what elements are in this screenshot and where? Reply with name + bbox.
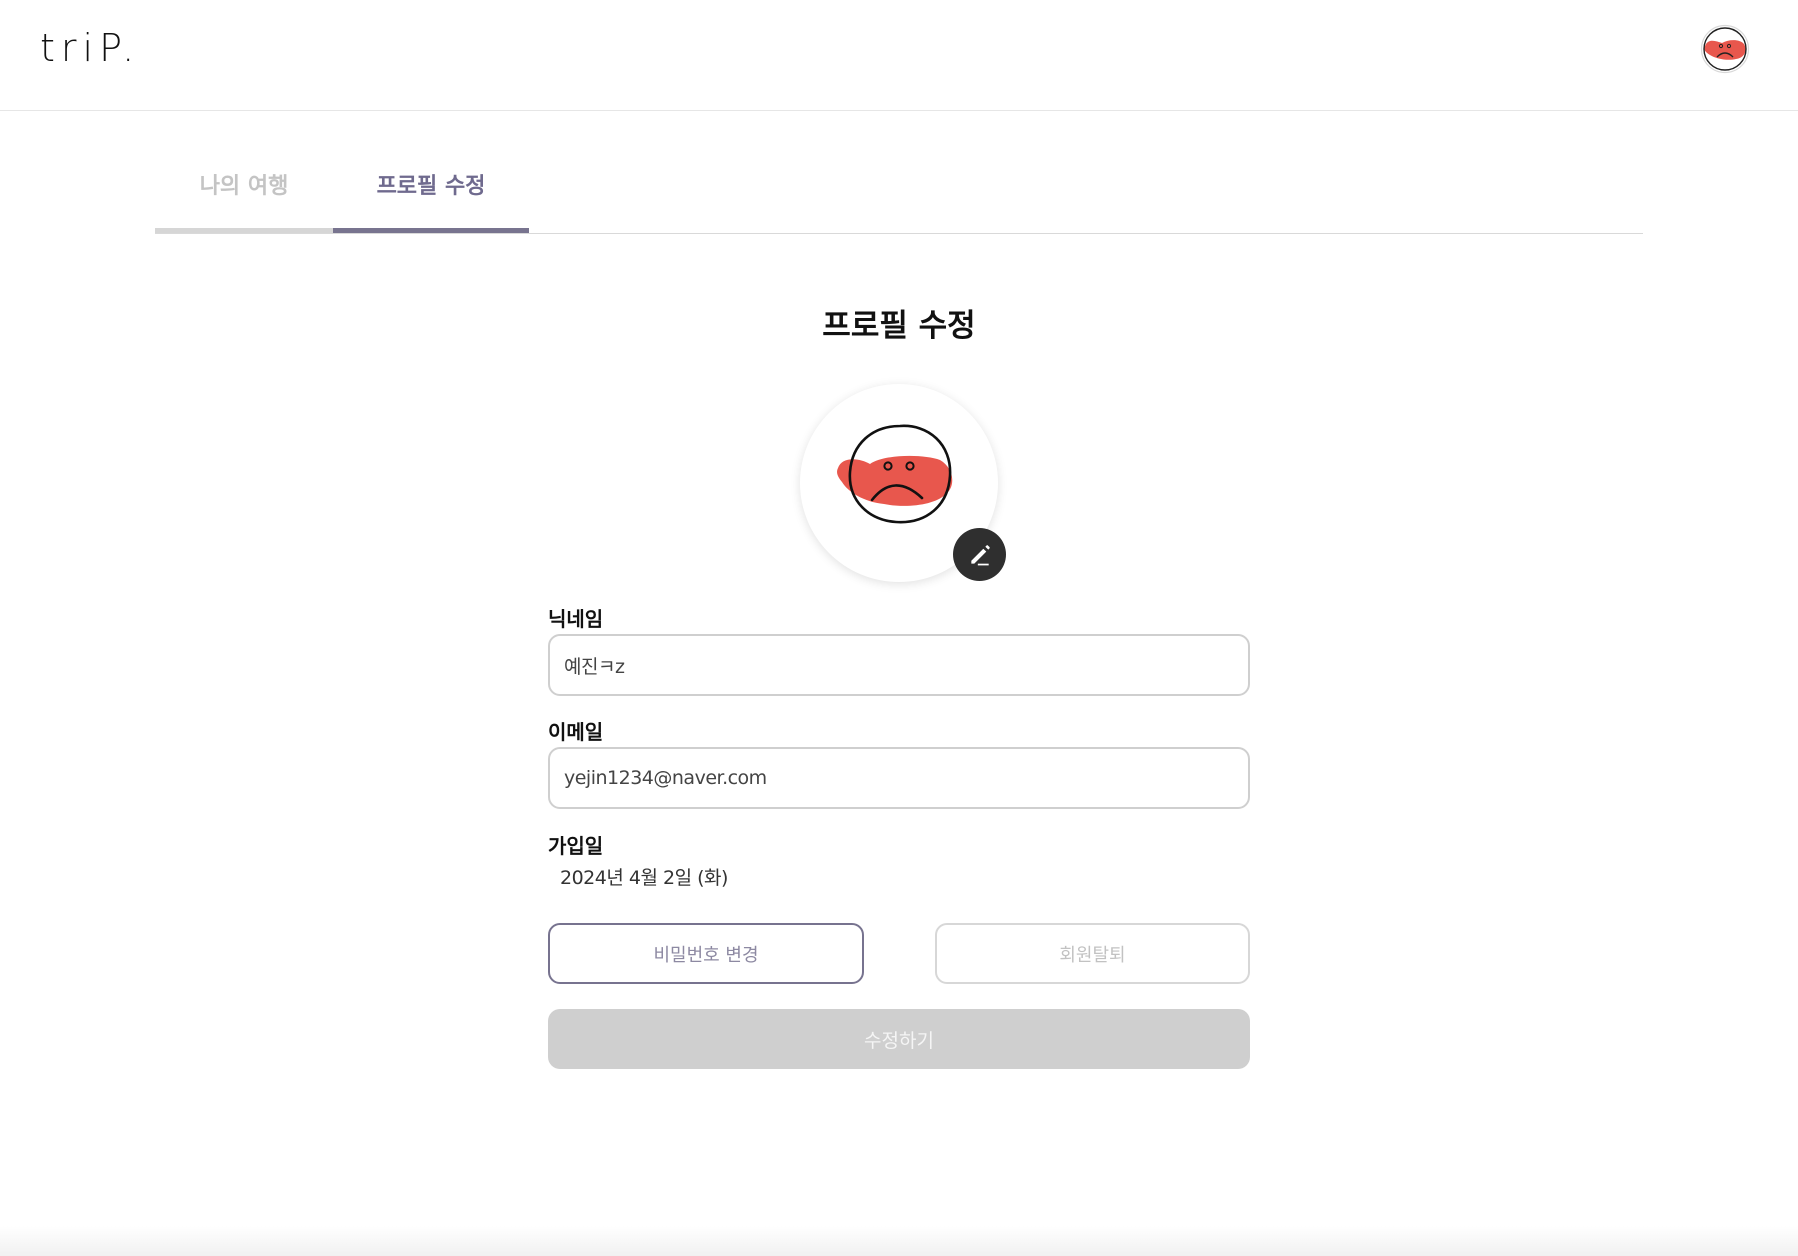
page-title: 프로필 수정 [822, 308, 976, 344]
top-header: triP. [0, 0, 1798, 111]
edit-avatar-button[interactable] [953, 528, 1006, 581]
tab-profile-edit[interactable]: 프로필 수정 [333, 140, 529, 233]
change-password-button[interactable]: 비밀번호 변경 [548, 923, 864, 984]
join-date-label: 가입일 [548, 834, 604, 858]
email-input[interactable] [548, 747, 1250, 809]
profile-tabs: 나의 여행 프로필 수정 [155, 140, 1643, 234]
nickname-input[interactable] [548, 634, 1250, 696]
withdraw-button[interactable]: 회원탈퇴 [935, 923, 1250, 984]
bottom-shade [0, 1226, 1798, 1256]
join-date-value: 2024년 4월 2일 (화) [560, 867, 728, 889]
submit-button[interactable]: 수정하기 [548, 1009, 1250, 1069]
profile-edit-page: triP. 나의 여행 프로필 수정 프로필 수정 닉네임 예진ㅋz 이메일 y… [0, 0, 1798, 1256]
header-avatar[interactable] [1700, 24, 1750, 74]
tab-my-trips[interactable]: 나의 여행 [155, 140, 333, 233]
sad-face-avatar-icon [1700, 24, 1750, 74]
email-label: 이메일 [548, 720, 604, 744]
pencil-icon [970, 544, 990, 565]
app-logo[interactable]: triP. [40, 26, 140, 70]
nickname-label: 닉네임 [548, 607, 604, 631]
sad-face-avatar-icon [837, 424, 953, 524]
